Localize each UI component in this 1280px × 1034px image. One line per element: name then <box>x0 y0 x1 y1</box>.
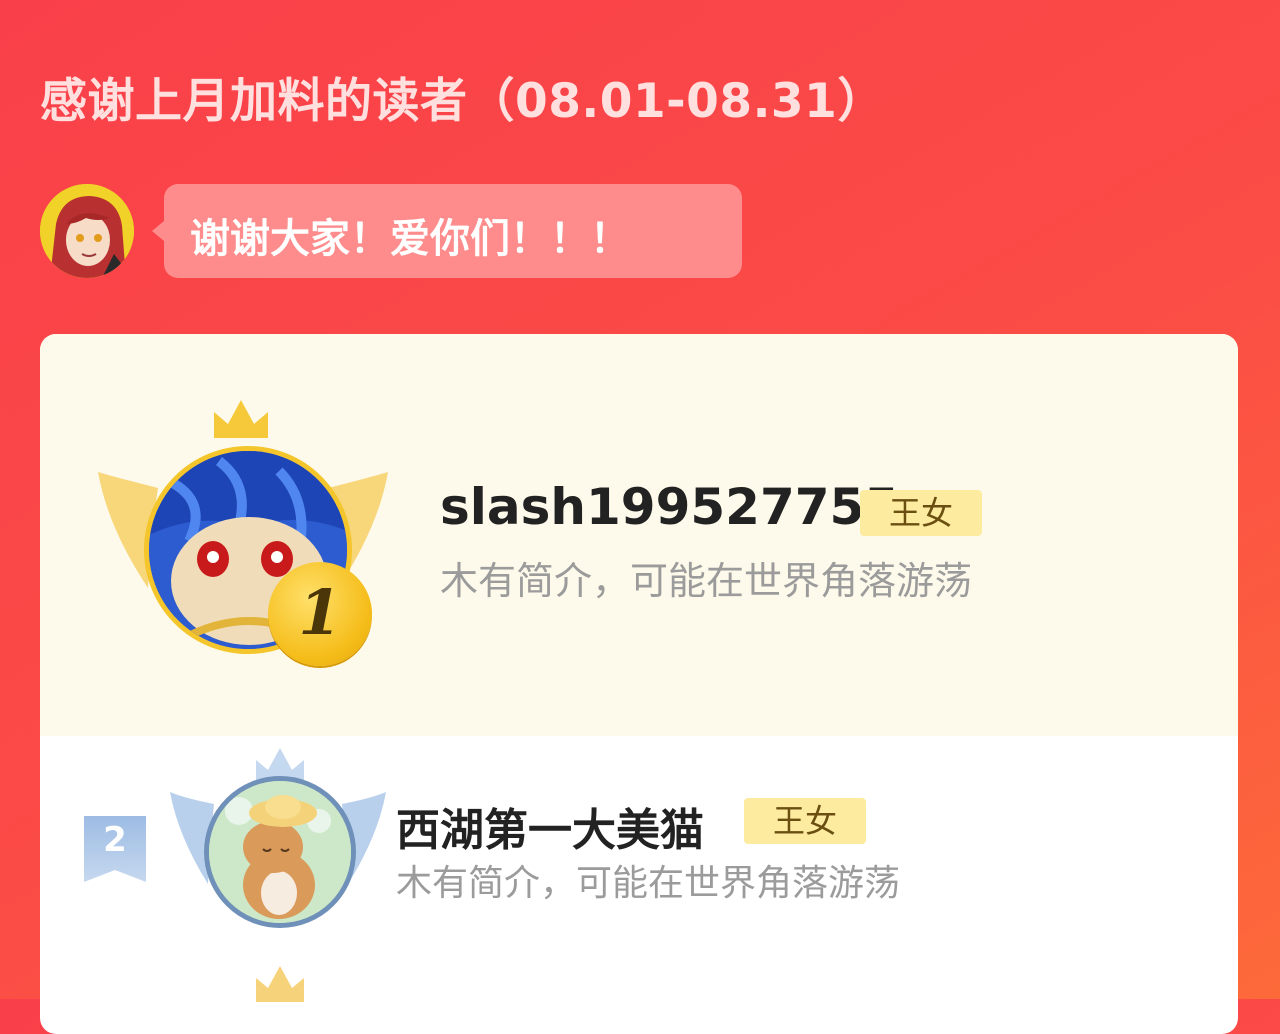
user-bio: 木有简介，可能在世界角落游荡 <box>396 863 901 904</box>
user-title-badge: 王女 <box>860 490 982 536</box>
gold-crown-icon <box>214 400 268 438</box>
rank-flag-label: 2 <box>84 816 146 882</box>
user-name[interactable]: 西湖第一大美猫 <box>396 794 704 858</box>
user-name[interactable]: slash199527755 <box>440 478 899 536</box>
rank-number: 2 <box>103 820 127 860</box>
author-avatar[interactable] <box>40 184 134 278</box>
page-title: 感谢上月加料的读者（08.01-08.31） <box>40 74 885 129</box>
author-avatar-illustration <box>40 184 134 278</box>
second-user-avatar-illustration <box>209 781 351 923</box>
ranking-card: 1 slash199527755 王女 木有简介，可能在世界角落游荡 2 西湖第… <box>40 334 1238 1034</box>
second-user-avatar[interactable] <box>204 776 356 928</box>
rank-number: 1 <box>298 576 342 649</box>
ranking-row-1[interactable]: 1 slash199527755 王女 木有简介，可能在世界角落游荡 <box>40 334 1238 736</box>
user-bio: 木有简介，可能在世界角落游荡 <box>440 559 973 603</box>
user-title-badge: 王女 <box>744 798 866 844</box>
message-bubble: 谢谢大家！爱你们！！！ <box>152 184 742 278</box>
gold-medal-icon: 1 <box>268 562 372 666</box>
bronze-crown-icon <box>256 966 304 1002</box>
message-text: 谢谢大家！爱你们！！！ <box>190 216 630 262</box>
